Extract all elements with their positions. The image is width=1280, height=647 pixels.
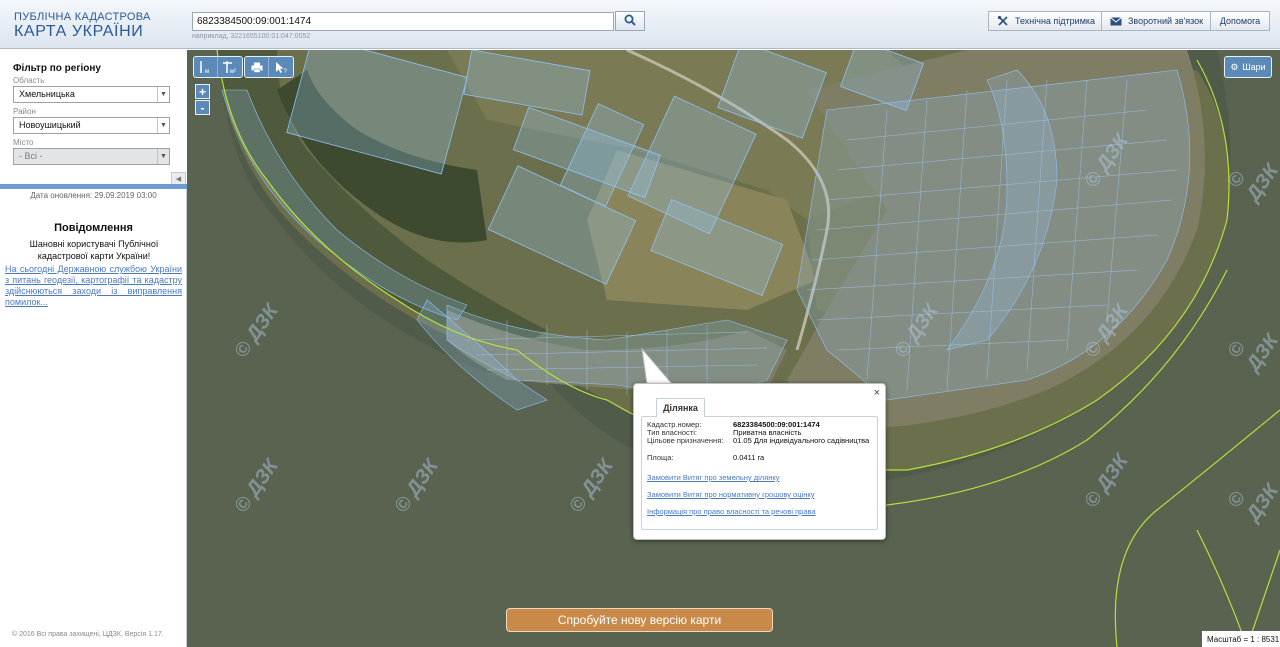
header: ПУБЛІЧНА КАДАСТРОВА КАРТА УКРАЇНИ наприк… [0,0,1280,49]
print-icon [251,62,262,73]
search-icon [624,14,636,26]
site-logo[interactable]: ПУБЛІЧНА КАДАСТРОВА КАРТА УКРАЇНИ [14,11,151,41]
layers-label: Шари [1242,62,1266,72]
feedback-button[interactable]: Зворотний зв'язок [1101,11,1213,31]
city-value: - Всі - [19,151,43,161]
gear-icon: ⚙ [1230,61,1239,72]
notice-text: Шановні користувачі Публічної кадастрово… [29,239,159,261]
row-label: Цільове призначення: [647,436,724,445]
parcel-popup: × Ділянка Кадастр.номер: 6823384500:09:0… [633,383,886,540]
region-value: Хмельницька [19,89,75,99]
row-purpose: Цільове призначення: 01.05 Для індивідуа… [647,436,875,446]
logo-line2: КАРТА УКРАЇНИ [14,23,144,40]
region-filter: Фільтр по регіону Область Хмельницька ▼ … [0,50,187,189]
sidebar: Фільтр по регіону Область Хмельницька ▼ … [0,50,187,647]
search-hint: наприклад, 3221655100:01:047:0052 [192,33,311,40]
city-label: Місто [13,138,34,147]
help-label: Допомога [1219,16,1261,26]
measure-area-button[interactable]: м² [218,57,242,77]
search-button[interactable] [615,11,645,31]
district-value: Новоушицький [19,120,81,130]
region-select[interactable]: Хмельницька ▼ [13,86,170,103]
chevron-down-icon: ▼ [157,118,169,133]
zoom-in-button[interactable]: + [195,84,210,99]
row-value: 01.05 Для індивідуального садівництва [733,436,870,445]
district-select[interactable]: Новоушицький ▼ [13,117,170,134]
try-new-version-button[interactable]: Спробуйте нову версію карти [506,608,773,632]
svg-text:?: ? [284,69,288,74]
feedback-label: Зворотний зв'язок [1128,16,1204,26]
ruler-icon: м [199,61,209,74]
order-extract-link[interactable]: Замовити Витяг про земельну ділянку [647,473,780,482]
order-valuation-link[interactable]: Замовити Витяг про нормативну грошову оц… [647,490,814,499]
chevron-down-icon: ▼ [157,149,169,164]
close-icon[interactable]: × [874,387,880,399]
print-button[interactable] [245,57,269,77]
area-ruler-icon: м² [223,61,236,74]
ownership-info-link[interactable]: Інформація про право власності та речові… [647,507,816,516]
tools-icon [997,15,1008,26]
support-label: Технічна підтримка [1015,16,1096,26]
support-button[interactable]: Технічна підтримка [988,11,1105,31]
district-label: Район [13,107,36,116]
row-area: Площа: 0.0411 га [647,453,875,463]
measure-distance-button[interactable]: м [194,57,218,77]
popup-pointer [641,347,674,385]
update-date: Дата оновлення: 29.09.2019 03:00 [30,191,157,200]
notice-link[interactable]: На сьогодні Державною службою України з … [5,264,182,308]
zoom-out-button[interactable]: - [195,100,210,115]
logo-line1: ПУБЛІЧНА КАДАСТРОВА [14,11,151,23]
row-label: Площа: [647,453,674,462]
filter-divider [0,184,187,189]
chevron-down-icon: ▼ [157,87,169,102]
parcel-details: Кадастр.номер: 6823384500:09:001:1474 Ти… [641,416,878,530]
measure-line-unit: м [205,69,209,74]
filter-title: Фільтр по регіону [13,63,101,74]
identify-button[interactable]: ? [269,57,293,77]
copyright: © 2016 Всі права захищені, ЦДЗК, Версія … [12,631,164,638]
measure-area-unit: м² [230,69,236,74]
help-button[interactable]: Допомога [1210,11,1270,31]
row-value: 0.0411 га [733,453,765,462]
region-label: Область [13,76,45,85]
action-toolbar: ? [244,56,294,78]
envelope-icon [1110,16,1122,25]
notice-title: Повідомлення [54,222,133,234]
search-input[interactable] [192,12,614,31]
map-view[interactable]: © ДЗК © ДЗК © ДЗК © ДЗК © ДЗК © ДЗК © ДЗ… [187,50,1280,647]
map-scale: Масштаб = 1 : 8531 [1202,631,1280,647]
layers-button[interactable]: ⚙ Шари [1224,56,1272,78]
measure-toolbar: м м² [193,56,243,78]
cursor-help-icon: ? [276,61,288,74]
city-select[interactable]: - Всі - ▼ [13,148,170,165]
tab-parcel[interactable]: Ділянка [656,398,705,417]
